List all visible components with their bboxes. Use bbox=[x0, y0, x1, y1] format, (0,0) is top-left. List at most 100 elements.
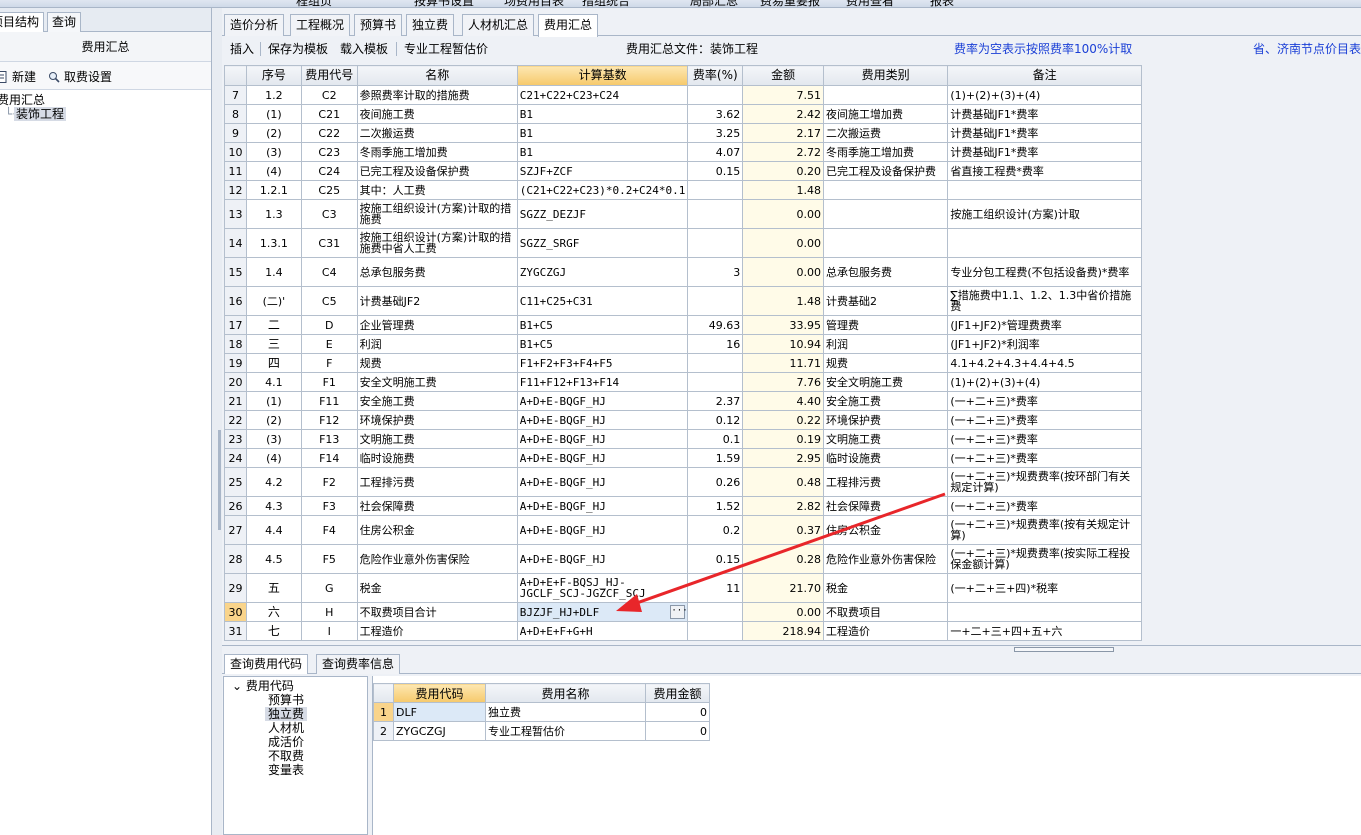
basis-cell[interactable]: ZYGCZGJ bbox=[516, 257, 689, 287]
top-toolbar-item[interactable]: 措组统合 bbox=[582, 0, 630, 7]
name-cell[interactable]: 税金 bbox=[356, 573, 518, 603]
table-row[interactable]: 27 4.4 F4 住房公积金 A+D+E-BQGF_HJ 0.2 0.37 住房公积金 (一+… bbox=[224, 515, 1142, 545]
type-cell[interactable]: 总承包服务费 bbox=[823, 257, 949, 287]
code-name-cell[interactable]: 独立费 bbox=[485, 702, 646, 722]
col-basis[interactable]: 计算基数 bbox=[516, 65, 689, 86]
type-cell[interactable]: 夜间施工增加费 bbox=[823, 104, 949, 124]
insert-button[interactable]: 插入 bbox=[230, 37, 254, 61]
table-row[interactable]: 16 (二)' C5 计费基础JF2 C11+C25+C31 1.48 计费基础2 ∑措施费中… bbox=[224, 286, 1142, 316]
table-row[interactable]: 14 1.3.1 C31 按施工组织设计(方案)计取的措施费中省人工费 SGZZ_SRG… bbox=[224, 228, 1142, 258]
code-cell[interactable]: C22 bbox=[300, 123, 358, 143]
note-cell[interactable]: 计费基础JF1*费率 bbox=[947, 142, 1142, 162]
rate-cell[interactable] bbox=[687, 621, 744, 641]
type-cell[interactable]: 计费基础2 bbox=[823, 286, 949, 316]
col-seq[interactable]: 序号 bbox=[245, 65, 302, 86]
amount-cell[interactable]: 7.76 bbox=[742, 372, 825, 392]
code-cell[interactable]: C2 bbox=[300, 85, 358, 105]
type-cell[interactable]: 文明施工费 bbox=[823, 429, 949, 449]
amount-cell[interactable]: 2.95 bbox=[742, 448, 825, 468]
table-row[interactable]: 24 (4) F14 临时设施费 A+D+E-BQGF_HJ 1.59 2.95 临时设施费 (… bbox=[224, 448, 1142, 468]
basis-cell[interactable]: A+D+E-BQGF_HJ bbox=[516, 496, 689, 516]
col-note[interactable]: 备注 bbox=[947, 65, 1142, 86]
seq-cell[interactable]: 4.2 bbox=[245, 467, 302, 497]
rate-cell[interactable]: 11 bbox=[687, 573, 744, 603]
amount-cell[interactable]: 0.19 bbox=[742, 429, 825, 449]
rate-cell[interactable]: 3.62 bbox=[687, 104, 744, 124]
name-cell[interactable]: 企业管理费 bbox=[356, 315, 518, 335]
col-rate[interactable]: 费率(%) bbox=[687, 65, 744, 86]
table-row[interactable]: 11 (4) C24 已完工程及设备保护费 SZJF+ZCF 0.15 0.20 已完工程及设… bbox=[224, 161, 1142, 181]
code-cell[interactable]: C25 bbox=[300, 180, 358, 200]
code-col-code[interactable]: 费用代码 bbox=[393, 683, 486, 703]
seq-cell[interactable]: (4) bbox=[245, 448, 302, 468]
top-toolbar-item[interactable]: 按算书设置 bbox=[414, 0, 474, 7]
tab-query-rate-info[interactable]: 查询费率信息 bbox=[316, 654, 401, 674]
seq-cell[interactable]: 六 bbox=[245, 602, 302, 622]
amount-cell[interactable]: 2.82 bbox=[742, 496, 825, 516]
note-cell[interactable]: (一+二+三)*费率 bbox=[947, 496, 1142, 516]
rate-cell[interactable]: 1.59 bbox=[687, 448, 744, 468]
rate-cell[interactable]: 0.15 bbox=[687, 161, 744, 181]
seq-cell[interactable]: 4.5 bbox=[245, 544, 302, 574]
note-cell[interactable]: (一+二+三)*规费费率(按有关规定计算) bbox=[947, 515, 1142, 545]
note-cell[interactable]: (JF1+JF2)*管理费费率 bbox=[947, 315, 1142, 335]
rate-cell[interactable]: 16 bbox=[687, 334, 744, 354]
note-cell[interactable] bbox=[947, 602, 1142, 622]
note-cell[interactable]: (JF1+JF2)*利润率 bbox=[947, 334, 1142, 354]
seq-cell[interactable]: 二 bbox=[245, 315, 302, 335]
code-cell[interactable]: F1 bbox=[300, 372, 358, 392]
name-cell[interactable]: 已完工程及设备保护费 bbox=[356, 161, 518, 181]
rate-cell[interactable] bbox=[687, 85, 744, 105]
name-cell[interactable]: 安全施工费 bbox=[356, 391, 518, 411]
basis-cell[interactable]: A+D+E-BQGF_HJ bbox=[516, 448, 689, 468]
amount-cell[interactable]: 2.72 bbox=[742, 142, 825, 162]
rate-cell[interactable]: 0.12 bbox=[687, 410, 744, 430]
table-row[interactable]: 26 4.3 F3 社会保障费 A+D+E-BQGF_HJ 1.52 2.82 社会保障费 (一… bbox=[224, 496, 1142, 516]
note-cell[interactable]: 计费基础JF1*费率 bbox=[947, 104, 1142, 124]
tab-labor-material-summary[interactable]: 人材机汇总 bbox=[462, 14, 535, 36]
type-cell[interactable]: 管理费 bbox=[823, 315, 949, 335]
seq-cell[interactable]: (3) bbox=[245, 142, 302, 162]
note-cell[interactable]: (1)+(2)+(3)+(4) bbox=[947, 85, 1142, 105]
fee-settings-button[interactable]: 取费设置 bbox=[48, 68, 112, 86]
amount-cell[interactable]: 1.48 bbox=[742, 180, 825, 200]
note-cell[interactable]: 按施工组织设计(方案)计取 bbox=[947, 199, 1142, 229]
table-row[interactable]: 31 七 I 工程造价 A+D+E+F+G+H 218.94 工程造价 一+二+三+四+五+六 bbox=[224, 621, 1142, 641]
region-price-table[interactable]: 省、济南节点价目表 bbox=[1253, 37, 1361, 61]
note-cell[interactable]: ∑措施费中1.1、1.2、1.3中省价措施费 bbox=[947, 286, 1142, 316]
basis-cell[interactable]: C21+C22+C23+C24 bbox=[516, 85, 689, 105]
seq-cell[interactable]: 1.3 bbox=[245, 199, 302, 229]
tab-project-overview[interactable]: 工程概况 bbox=[290, 14, 351, 36]
tree-item-variable-table[interactable]: 变量表 bbox=[268, 763, 304, 777]
basis-cell[interactable]: SGZZ_SRGF bbox=[516, 228, 689, 258]
amount-cell[interactable]: 1.48 bbox=[742, 286, 825, 316]
basis-cell[interactable]: F11+F12+F13+F14 bbox=[516, 372, 689, 392]
code-cell[interactable]: C21 bbox=[300, 104, 358, 124]
note-cell[interactable]: 4.1+4.2+4.3+4.4+4.5 bbox=[947, 353, 1142, 373]
rate-cell[interactable]: 0.1 bbox=[687, 429, 744, 449]
table-row[interactable]: 10 (3) C23 冬雨季施工增加费 B1 4.07 2.72 冬雨季施工增加费 计费基础JF… bbox=[224, 142, 1142, 162]
note-cell[interactable]: 专业分包工程费(不包括设备费)*费率 bbox=[947, 257, 1142, 287]
amount-cell[interactable]: 0.00 bbox=[742, 228, 825, 258]
ellipsis-button[interactable]: ··· bbox=[670, 605, 687, 619]
seq-cell[interactable]: (2) bbox=[245, 123, 302, 143]
seq-cell[interactable]: 1.2.1 bbox=[245, 180, 302, 200]
table-row[interactable]: 9 (2) C22 二次搬运费 B1 3.25 2.17 二次搬运费 计费基础JF1*费率 bbox=[224, 123, 1142, 143]
tab-independent-fee[interactable]: 独立费 bbox=[406, 14, 455, 36]
col-type[interactable]: 费用类别 bbox=[823, 65, 949, 86]
name-cell[interactable]: 总承包服务费 bbox=[356, 257, 518, 287]
table-row[interactable]: 18 三 E 利润 B1+C5 16 10.94 利润 (JF1+JF2)*利润率 bbox=[224, 334, 1142, 354]
rate-cell[interactable]: 2.37 bbox=[687, 391, 744, 411]
code-cell[interactable]: F13 bbox=[300, 429, 358, 449]
name-cell[interactable]: 规费 bbox=[356, 353, 518, 373]
note-cell[interactable]: (一+二+三)*规费费率(按实际工程投保金额计算) bbox=[947, 544, 1142, 574]
code-cell[interactable]: E bbox=[300, 334, 358, 354]
type-cell[interactable]: 临时设施费 bbox=[823, 448, 949, 468]
table-row[interactable]: 23 (3) F13 文明施工费 A+D+E-BQGF_HJ 0.1 0.19 文明施工费 (一… bbox=[224, 429, 1142, 449]
code-cell[interactable]: F2 bbox=[300, 467, 358, 497]
name-cell[interactable]: 按施工组织设计(方案)计取的措施费中省人工费 bbox=[356, 228, 518, 258]
rate-cell[interactable]: 0.26 bbox=[687, 467, 744, 497]
code-cell[interactable]: C5 bbox=[300, 286, 358, 316]
seq-cell[interactable]: 四 bbox=[245, 353, 302, 373]
amount-cell[interactable]: 0.48 bbox=[742, 467, 825, 497]
